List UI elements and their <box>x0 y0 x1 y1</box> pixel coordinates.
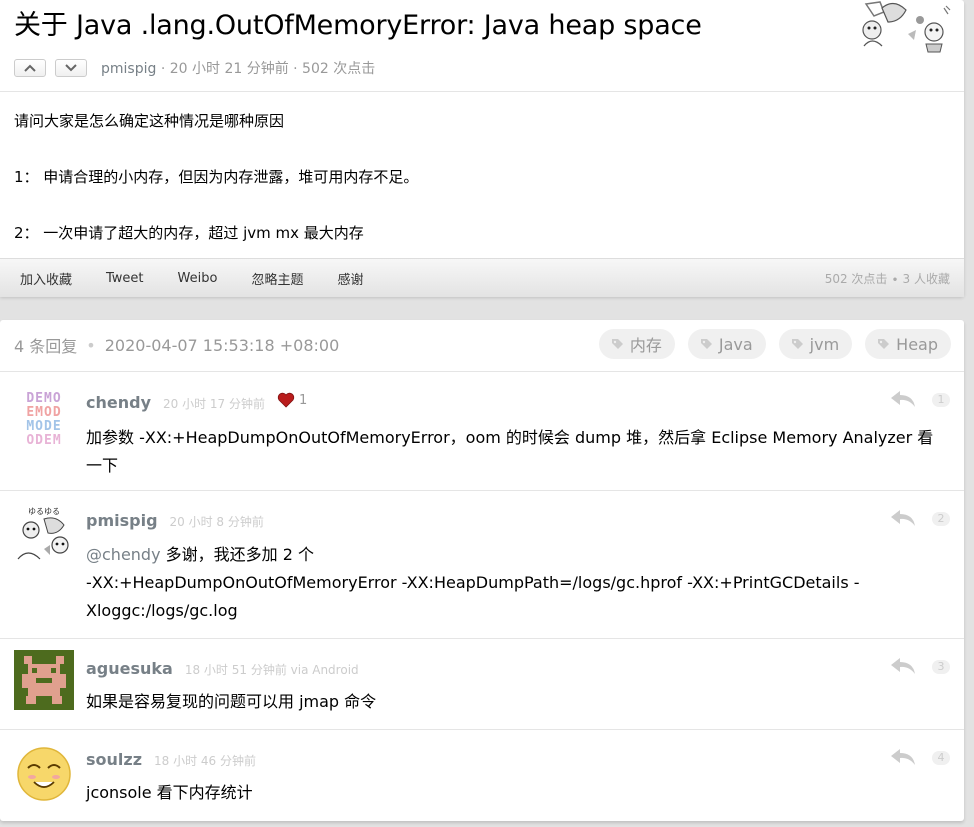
favorite-link[interactable]: 加入收藏 <box>20 269 72 288</box>
reply-body: 如果是容易复现的问题可以用 jmap 命令 <box>86 692 377 711</box>
weibo-link[interactable]: Weibo <box>178 271 218 286</box>
tag-label: Java <box>718 334 753 354</box>
ignore-topic-link[interactable]: 忽略主题 <box>251 269 303 288</box>
reply-time: 20 小时 8 分钟前 <box>169 515 264 529</box>
floor-number: 1 <box>932 393 950 407</box>
reply-time: 20 小时 17 分钟前 <box>163 397 265 411</box>
topic-footer: 加入收藏 Tweet Weibo 忽略主题 感谢 502 次点击 ∙ 3 人收藏 <box>0 258 964 297</box>
topic-box: 关于 Java .lang.OutOfMemoryError: Java hea… <box>0 0 964 297</box>
svg-text:DEMO: DEMO <box>26 391 61 406</box>
tweet-link[interactable]: Tweet <box>106 271 144 286</box>
tag-label: 内存 <box>629 336 662 355</box>
upvote-button[interactable] <box>14 59 46 77</box>
thank-link[interactable]: 感谢 <box>337 269 363 288</box>
reply-author-link[interactable]: soulzz <box>86 750 142 769</box>
reply-author-link[interactable]: aguesuka <box>86 659 173 678</box>
mention-link[interactable]: @chendy <box>86 545 161 564</box>
reply-count: 4 条回复 <box>14 337 78 356</box>
floor-number: 3 <box>932 660 950 674</box>
chevron-up-icon <box>24 64 36 72</box>
heart-icon <box>277 392 295 408</box>
content-paragraph: 1： 申请合理的小内存，但因为内存泄露，堆可用内存不足。 <box>14 168 419 186</box>
reply-item: soulzz 18 小时 46 分钟前 jconsole 看下内存统计 4 <box>0 729 964 822</box>
reply-header: pmispig 20 小时 8 分钟前 <box>86 511 264 530</box>
reply-body: @chendy 多谢，我还多加 2 个 -XX:+HeapDumpOnOutOf… <box>86 541 944 625</box>
tag-label: jvm <box>809 334 840 354</box>
author-avatar[interactable] <box>860 0 952 54</box>
tag-heap[interactable]: Heap <box>865 329 951 359</box>
reply-item: ゆるゆる pmispig 20 小时 8 分钟前 @chendy 多谢，我还多加… <box>0 490 964 639</box>
separator-dot: • <box>86 335 96 355</box>
floor-number: 4 <box>932 751 950 765</box>
topic-author-link[interactable]: pmispig <box>101 61 156 77</box>
downvote-button[interactable] <box>55 59 87 77</box>
tag-icon <box>700 338 712 349</box>
reply-time: 18 小时 51 分钟前 via Android <box>184 663 359 677</box>
reply-header: chendy 20 小时 17 分钟前 1 <box>86 392 307 413</box>
svg-text:EMOD: EMOD <box>26 405 61 420</box>
reply-arrow-icon[interactable] <box>890 657 916 675</box>
avatar[interactable]: DEMO EMOD MODE ODEM <box>14 388 74 448</box>
topic-meta-rest: · 20 小时 21 分钟前 · 502 次点击 <box>156 61 376 77</box>
topic-title: 关于 Java .lang.OutOfMemoryError: Java hea… <box>14 10 702 41</box>
replies-box: 4 条回复 • 2020-04-07 15:53:18 +08:00 内存 Ja… <box>0 320 964 821</box>
floor-number: 2 <box>932 512 950 526</box>
reply-body: jconsole 看下内存统计 <box>86 783 253 802</box>
content-paragraph: 2： 一次申请了超大的内存，超过 jvm mx 最大内存 <box>14 224 364 242</box>
replies-header: 4 条回复 • 2020-04-07 15:53:18 +08:00 <box>14 333 339 357</box>
topic-content: 请问大家是怎么确定这种情况是哪种原因 1： 申请合理的小内存，但因为内存泄露，堆… <box>14 107 418 247</box>
divider <box>0 91 964 92</box>
content-paragraph: 请问大家是怎么确定这种情况是哪种原因 <box>14 112 285 130</box>
avatar[interactable]: ゆるゆる <box>14 505 74 565</box>
last-reply-datetime: 2020-04-07 15:53:18 +08:00 <box>104 335 340 355</box>
tag-java[interactable]: Java <box>687 329 766 359</box>
tag-memory[interactable]: 内存 <box>598 329 675 359</box>
reply-arrow-icon[interactable] <box>890 390 916 408</box>
tag-icon <box>878 338 890 349</box>
avatar[interactable] <box>14 650 74 710</box>
svg-text:MODE: MODE <box>26 419 61 434</box>
tag-jvm[interactable]: jvm <box>778 329 853 359</box>
svg-text:ゆるゆる: ゆるゆる <box>28 507 60 516</box>
reply-arrow-icon[interactable] <box>890 509 916 527</box>
reply-header: soulzz 18 小时 46 分钟前 <box>86 750 256 769</box>
topic-meta: pmispig · 20 小时 21 分钟前 · 502 次点击 <box>101 58 375 78</box>
tag-label: Heap <box>896 334 938 354</box>
tag-icon <box>791 338 803 349</box>
avatar[interactable] <box>14 744 74 804</box>
svg-text:ODEM: ODEM <box>26 433 61 448</box>
reply-text: -XX:+HeapDumpOnOutOfMemoryError -XX:Heap… <box>86 573 860 620</box>
tag-list: 内存 Java jvm Heap <box>586 329 951 359</box>
topic-stats: 502 次点击 ∙ 3 人收藏 <box>824 271 950 286</box>
vote-row: pmispig · 20 小时 21 分钟前 · 502 次点击 <box>14 58 375 78</box>
thanks-count: 1 <box>277 392 307 408</box>
reply-text: 多谢，我还多加 2 个 <box>160 545 314 564</box>
reply-author-link[interactable]: pmispig <box>86 511 158 530</box>
reply-item: aguesuka 18 小时 51 分钟前 via Android 如果是容易复… <box>0 638 964 730</box>
reply-body: 加参数 -XX:+HeapDumpOnOutOfMemoryError，oom … <box>86 428 934 475</box>
reply-arrow-icon[interactable] <box>890 748 916 766</box>
reply-time: 18 小时 46 分钟前 <box>154 754 256 768</box>
chevron-down-icon <box>65 64 77 72</box>
reply-item: DEMO EMOD MODE ODEM chendy 20 小时 17 分钟前 … <box>0 371 964 491</box>
tag-icon <box>611 338 623 349</box>
reply-header: aguesuka 18 小时 51 分钟前 via Android <box>86 659 359 678</box>
reply-author-link[interactable]: chendy <box>86 393 151 412</box>
